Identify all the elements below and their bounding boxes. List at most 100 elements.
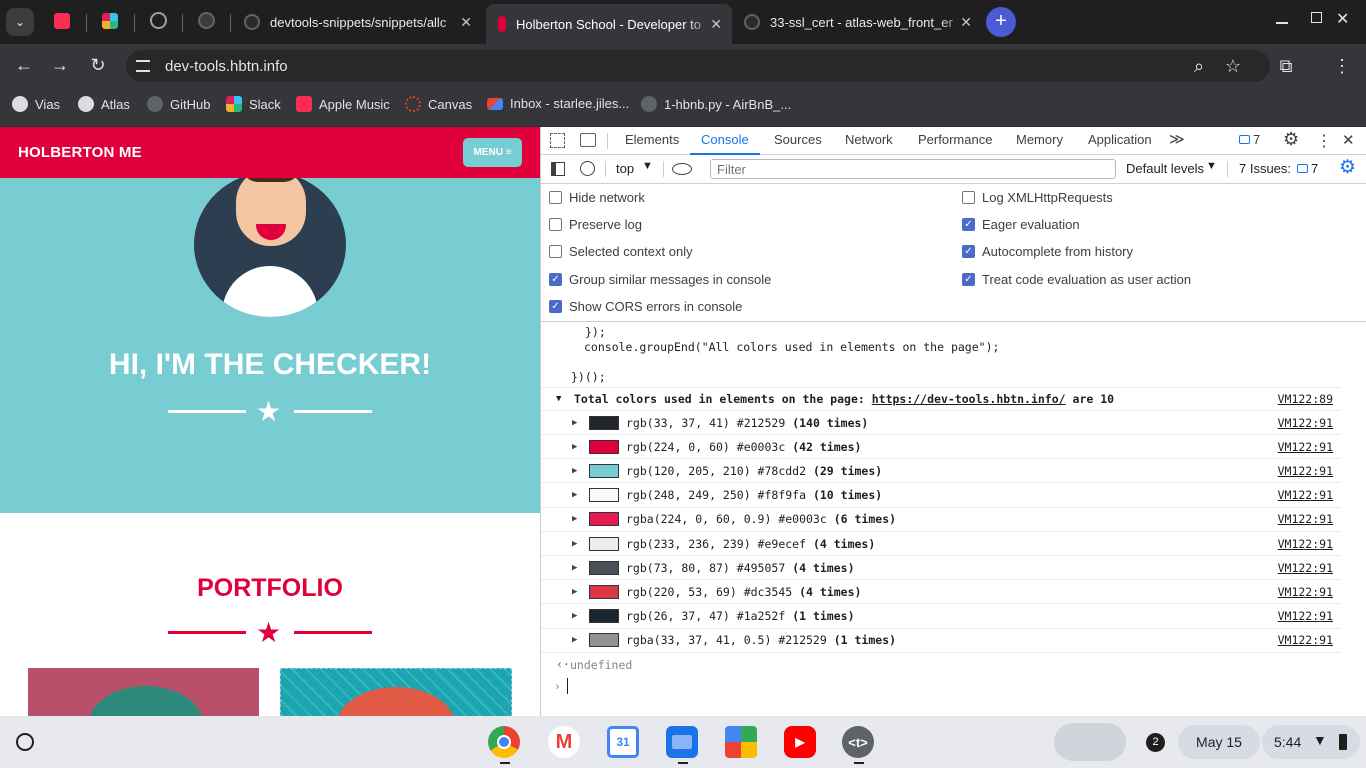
forward-icon[interactable]: →	[48, 55, 72, 75]
expand-triangle-icon[interactable]: ▶	[572, 611, 577, 621]
youtube-icon[interactable]: ▶	[784, 726, 816, 758]
source-link[interactable]: VM122:91	[1278, 561, 1333, 575]
tab-sources[interactable]: Sources	[774, 132, 822, 147]
expand-triangle-icon[interactable]: ▶	[572, 635, 577, 645]
bookmark-vias[interactable]: Vias	[12, 96, 60, 112]
bookmark-gmail[interactable]: Inbox - starlee.jiles...	[487, 96, 629, 111]
selected-context-checkbox[interactable]: Selected context only	[549, 244, 693, 259]
github-tab-icon[interactable]	[198, 12, 215, 29]
tab-ssl-cert[interactable]: 33-ssl_cert - atlas-web_front_er ✕	[736, 8, 982, 36]
preserve-log-checkbox[interactable]: Preserve log	[549, 217, 642, 232]
color-row[interactable]: ▶ rgba(224, 0, 60, 0.9) #e0003c (6 times)…	[541, 508, 1341, 532]
expand-triangle-icon[interactable]: ▶	[572, 418, 577, 428]
date-pill[interactable]: May 15	[1178, 725, 1260, 759]
more-menu-icon[interactable]: ⋮	[1330, 56, 1354, 76]
minimize-icon[interactable]	[1276, 22, 1288, 24]
more-tabs-icon[interactable]: ≫	[1169, 130, 1185, 148]
source-link[interactable]: VM122:91	[1278, 488, 1333, 502]
close-tab-icon[interactable]: ✕	[960, 14, 972, 31]
expand-triangle-icon[interactable]: ▶	[572, 466, 577, 476]
cors-errors-checkbox[interactable]: ✓ Show CORS errors in console	[549, 299, 742, 314]
restore-icon[interactable]	[1311, 12, 1322, 23]
tab-network[interactable]: Network	[845, 132, 893, 147]
source-link[interactable]: VM122:91	[1278, 464, 1333, 478]
status-tray[interactable]: 5:44 ▼	[1262, 725, 1360, 759]
bookmark-atlas[interactable]: Atlas	[78, 96, 130, 112]
close-tab-icon[interactable]: ✕	[710, 16, 722, 33]
inspect-icon[interactable]	[550, 133, 565, 148]
console-group-header[interactable]: ▼ Total colors used in elements on the p…	[541, 387, 1341, 411]
sidebar-toggle-icon[interactable]	[551, 162, 565, 176]
issues-count[interactable]: 7	[1311, 161, 1318, 176]
tab-application[interactable]: Application	[1088, 132, 1152, 147]
close-tab-icon[interactable]: ✕	[460, 14, 472, 31]
gmail-icon[interactable]: M	[548, 726, 580, 758]
source-link[interactable]: VM122:91	[1278, 609, 1333, 623]
new-tab-button[interactable]: +	[986, 7, 1016, 37]
chrome-icon[interactable]	[488, 726, 520, 758]
color-row[interactable]: ▶ rgb(26, 37, 47) #1a252f (1 times) VM122:…	[541, 605, 1341, 629]
expand-triangle-icon[interactable]: ▶	[572, 563, 577, 573]
log-levels-dropdown[interactable]: Default levels	[1126, 161, 1204, 176]
notification-counter[interactable]: 2	[1146, 733, 1165, 752]
clear-console-icon[interactable]	[580, 161, 595, 176]
settings-gear-icon[interactable]: ⚙	[1283, 129, 1299, 150]
site-info-icon[interactable]	[136, 60, 150, 72]
group-similar-checkbox[interactable]: ✓ Group similar messages in console	[549, 272, 771, 287]
eager-eval-checkbox[interactable]: ✓ Eager evaluation	[962, 217, 1080, 232]
tab-search-button[interactable]: ⌄	[6, 8, 34, 36]
hide-network-checkbox[interactable]: Hide network	[549, 190, 645, 205]
site-brand[interactable]: HOLBERTON ME	[18, 144, 142, 161]
color-row[interactable]: ▶ rgb(120, 205, 210) #78cdd2 (29 times) VM…	[541, 459, 1341, 484]
tab-holberton-active[interactable]: Holberton School - Developer to ✕	[486, 4, 732, 44]
device-toolbar-icon[interactable]	[580, 133, 596, 147]
console-filter-input[interactable]	[710, 159, 1116, 179]
source-link[interactable]: VM122:89	[1278, 392, 1333, 406]
tab-console[interactable]: Console	[701, 132, 749, 147]
expand-triangle-icon[interactable]: ▶	[572, 539, 577, 549]
autocomplete-checkbox[interactable]: ✓ Autocomplete from history	[962, 244, 1133, 259]
color-row[interactable]: ▶ rgb(220, 53, 69) #dc3545 (4 times) VM122…	[541, 580, 1341, 605]
launcher-icon[interactable]	[16, 733, 34, 751]
portfolio-card[interactable]	[280, 668, 512, 716]
tab-memory[interactable]: Memory	[1016, 132, 1063, 147]
address-bar[interactable]: dev-tools.hbtn.info	[126, 50, 1270, 82]
portfolio-card[interactable]	[28, 668, 259, 716]
source-link[interactable]: VM122:91	[1278, 512, 1333, 526]
tab-devtools-snippets[interactable]: devtools-snippets/snippets/allc ✕	[236, 8, 482, 36]
play-store-icon[interactable]	[725, 726, 757, 758]
source-link[interactable]: VM122:91	[1278, 537, 1333, 551]
source-link[interactable]: VM122:91	[1278, 440, 1333, 454]
reload-icon[interactable]: ↻	[86, 55, 110, 75]
calendar-icon[interactable]: 31	[607, 726, 639, 758]
color-row[interactable]: ▶ rgb(248, 249, 250) #f8f9fa (10 times) VM…	[541, 484, 1341, 508]
close-devtools-icon[interactable]: ✕	[1342, 131, 1355, 149]
color-row[interactable]: ▶ rgba(33, 37, 41, 0.5) #212529 (1 times)…	[541, 629, 1341, 653]
issues-message-icon[interactable]	[1239, 135, 1250, 144]
color-row[interactable]: ▶ rgb(73, 80, 87) #495057 (4 times) VM122:…	[541, 556, 1341, 581]
console-prompt-input[interactable]	[567, 678, 1347, 694]
globe-tab-icon[interactable]	[150, 12, 167, 29]
color-row[interactable]: ▶ rgb(33, 37, 41) #212529 (140 times) VM12…	[541, 411, 1341, 435]
issues-badge[interactable]: 7	[1253, 132, 1260, 147]
expand-triangle-icon[interactable]: ▶	[572, 490, 577, 500]
issues-label[interactable]: 7 Issues:	[1239, 161, 1291, 176]
source-link[interactable]: VM122:91	[1278, 416, 1333, 430]
files-icon[interactable]	[666, 726, 698, 758]
context-selector[interactable]: top	[616, 161, 634, 176]
log-xhr-checkbox[interactable]: Log XMLHttpRequests	[962, 190, 1113, 205]
expand-triangle-icon[interactable]: ▶	[572, 514, 577, 524]
slack-tab-icon[interactable]	[102, 13, 118, 29]
source-link[interactable]: VM122:91	[1278, 585, 1333, 599]
treat-eval-checkbox[interactable]: ✓ Treat code evaluation as user action	[962, 272, 1191, 287]
zoom-icon[interactable]: ⌕	[1187, 56, 1211, 76]
bookmark-apple-music[interactable]: Apple Music	[296, 96, 390, 112]
color-row[interactable]: ▶ rgb(233, 236, 239) #e9ecef (4 times) VM1…	[541, 532, 1341, 556]
tab-performance[interactable]: Performance	[918, 132, 992, 147]
close-window-icon[interactable]: ✕	[1336, 9, 1349, 29]
console-settings-icon[interactable]: ⚙	[1339, 156, 1356, 179]
source-link[interactable]: VM122:91	[1278, 633, 1333, 647]
expand-triangle-icon[interactable]: ▶	[572, 442, 577, 452]
color-row[interactable]: ▶ rgb(224, 0, 60) #e0003c (42 times) VM122…	[541, 435, 1341, 460]
expanded-triangle-icon[interactable]: ▼	[556, 394, 561, 404]
